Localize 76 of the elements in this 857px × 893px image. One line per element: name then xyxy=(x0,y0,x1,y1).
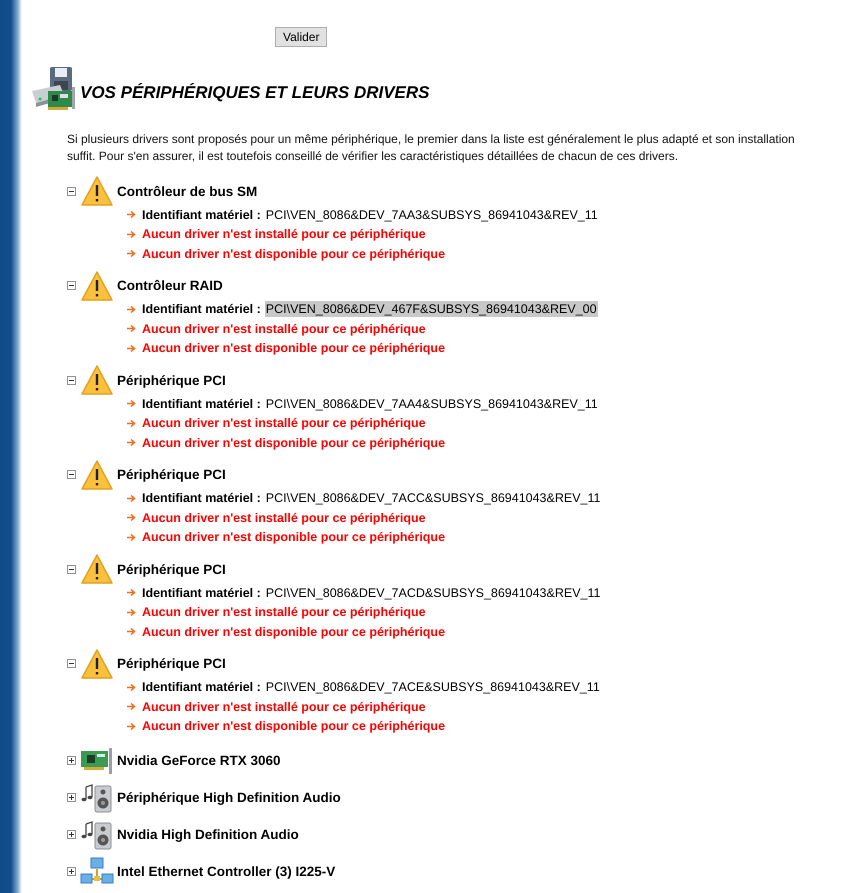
arrow-icon xyxy=(127,494,136,503)
tree-toggle[interactable] xyxy=(67,376,76,384)
device-name: Périphérique PCI xyxy=(117,562,226,576)
error-message: Aucun driver n'est installé pour ce périphérique xyxy=(142,416,426,430)
device-name: Périphérique PCI xyxy=(117,467,226,482)
error-message: Aucun driver n'est installé pour ce périphérique xyxy=(142,322,426,336)
error-message: Aucun driver n'est installé pour ce périphérique xyxy=(142,227,426,242)
error-message: Aucun driver n'est installé pour ce périphérique xyxy=(142,510,426,525)
device-name: Périphérique High Definition Audio xyxy=(117,790,341,805)
arrow-icon xyxy=(127,682,136,692)
hardware-id: PCI\VEN_8086&DEV_7ACC&SUBSYS_86941043&REV_11 xyxy=(264,490,602,506)
device-name: Périphérique PCI xyxy=(117,656,226,671)
hardware-id: PCI\VEN_8086&DEV_467F&SUBSYS_86941043&REV_00 xyxy=(264,301,598,318)
warning-icon xyxy=(80,553,114,585)
hardware-drawing xyxy=(30,65,78,113)
tree-toggle[interactable] xyxy=(67,830,76,839)
field-label: Identifiant matériel : xyxy=(142,680,261,694)
tree-toggle[interactable] xyxy=(67,186,76,196)
field-label: Identifiant matériel : xyxy=(142,586,261,600)
field-label: Identifiant matériel : xyxy=(142,302,261,316)
error-message: Aucun driver n'est disponible pour ce périphérique xyxy=(142,719,446,734)
hardware-id: PCI\VEN_8086&DEV_7ACE&SUBSYS_86941043&REV_11 xyxy=(264,679,601,696)
field-label: Identifiant matériel : xyxy=(142,396,261,411)
error-message: Aucun driver n'est disponible pour ce périphérique xyxy=(142,341,446,356)
device-name: Intel Ethernet Controller (3) I225-V xyxy=(117,864,336,879)
arrow-icon xyxy=(127,344,136,353)
tree-toggle[interactable] xyxy=(67,281,76,290)
device-name: Nvidia High Definition Audio xyxy=(117,827,299,842)
arrow-icon xyxy=(127,722,136,731)
arrow-icon xyxy=(127,532,136,542)
error-message: Aucun driver n'est disponible pour ce périphérique xyxy=(142,530,446,544)
page-heading: VOS PÉRIPHÉRIQUES ET LEURS DRIVERS xyxy=(80,83,430,103)
device-name: Nvidia GeForce RTX 3060 xyxy=(117,753,281,768)
arrow-icon xyxy=(127,608,136,617)
arrow-icon xyxy=(127,249,136,258)
error-message: Aucun driver n'est installé pour ce périphérique xyxy=(142,605,426,620)
arrow-icon xyxy=(127,702,136,712)
tree-toggle[interactable] xyxy=(67,867,76,876)
hardware-id: PCI\VEN_8086&DEV_7ACD&SUBSYS_86941043&REV_11 xyxy=(264,584,602,601)
arrow-icon xyxy=(127,210,136,220)
device-name: Contrôleur RAID xyxy=(117,278,223,293)
tree-toggle[interactable] xyxy=(67,659,76,668)
arrow-icon xyxy=(127,399,136,408)
submit-button[interactable]: Valider xyxy=(275,27,328,47)
tree-toggle[interactable] xyxy=(67,756,76,765)
speaker-icon xyxy=(80,782,114,812)
arrow-icon xyxy=(127,230,136,239)
tree-toggle[interactable] xyxy=(67,470,76,479)
error-message: Aucun driver n'est disponible pour ce périphérique xyxy=(142,624,446,639)
hardware-id: PCI\VEN_8086&DEV_7AA4&SUBSYS_86941043&REV_11 xyxy=(264,396,599,412)
arrow-icon xyxy=(127,513,136,522)
warning-icon xyxy=(80,364,114,396)
error-message: Aucun driver n'est disponible pour ce périphérique xyxy=(142,246,446,261)
expansion-card-icon xyxy=(80,746,114,774)
warning-icon xyxy=(80,270,114,302)
arrow-icon xyxy=(127,627,136,636)
arrow-icon xyxy=(127,324,136,334)
warning-icon xyxy=(80,458,114,490)
network-icon xyxy=(80,856,114,886)
tree-toggle[interactable] xyxy=(67,564,76,574)
error-message: Aucun driver n'est disponible pour ce périphérique xyxy=(142,436,446,450)
device-name: Contrôleur de bus SM xyxy=(117,184,258,198)
field-label: Identifiant matériel : xyxy=(142,491,261,506)
arrow-icon xyxy=(127,588,136,598)
device-name: Périphérique PCI xyxy=(117,372,226,388)
field-label: Identifiant matériel : xyxy=(142,208,261,222)
hardware-id: PCI\VEN_8086&DEV_7AA3&SUBSYS_86941043&REV_11 xyxy=(264,206,599,223)
arrow-icon xyxy=(127,418,136,428)
arrow-icon xyxy=(127,304,136,314)
error-message: Aucun driver n'est installé pour ce périphérique xyxy=(142,700,426,714)
tree-toggle[interactable] xyxy=(67,793,76,802)
warning-icon xyxy=(80,648,114,680)
intro-paragraph: Si plusieurs drivers sont proposés pour un même périphérique, le premier dans la liste est généralement le plus adapté et son installation suffit. Pour s'en assurer, il est toutefois conseillé de vérifier les caractéristiques détaillées de chacun de ces drivers. xyxy=(67,131,796,165)
warning-icon xyxy=(80,175,114,207)
arrow-icon xyxy=(127,438,136,448)
speaker-icon xyxy=(80,820,114,850)
